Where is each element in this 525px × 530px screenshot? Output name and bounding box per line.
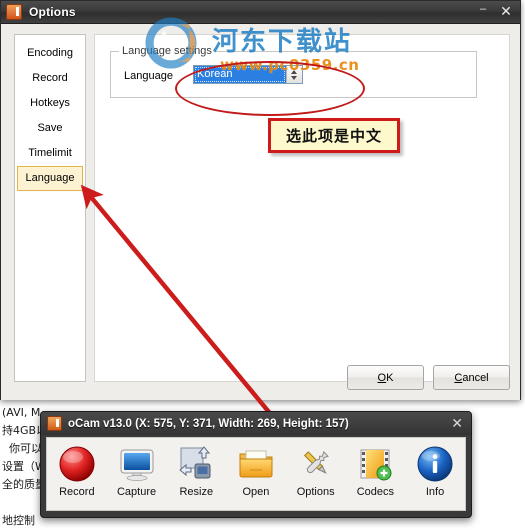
minimize-icon[interactable]: – (474, 3, 492, 20)
close-icon[interactable]: ✕ (497, 3, 515, 20)
toolbar-button-options[interactable]: Options (290, 443, 342, 498)
toolbar-label-options: Options (296, 486, 335, 498)
toolbar-label-open: Open (242, 486, 270, 498)
ocam-window-title: oCam v13.0 (X: 575, Y: 371, Width: 269, … (68, 417, 349, 430)
toolbar-button-resize[interactable]: Resize (170, 443, 222, 498)
language-combobox[interactable]: Korean (193, 65, 303, 84)
ocam-app-icon (6, 4, 22, 20)
options-titlebar: Options – ✕ (1, 1, 520, 24)
toolbar-label-resize: Resize (179, 486, 214, 498)
folder-icon (230, 443, 282, 485)
toolbar-label-capture: Capture (116, 486, 157, 498)
toolbar-button-info[interactable]: Info (409, 443, 461, 498)
sidebar-item-hotkeys[interactable]: Hotkeys (15, 91, 85, 116)
options-window-title: Options (29, 5, 76, 19)
language-combobox-value: Korean (194, 66, 286, 83)
toolbar-button-codecs[interactable]: Codecs (349, 443, 401, 498)
toolbar-label-info: Info (425, 486, 445, 498)
cancel-button[interactable]: Cancel (433, 365, 510, 390)
ocam-app-icon (47, 416, 62, 431)
options-sidebar: Encoding Record Hotkeys Save Timelimit L… (14, 34, 86, 382)
ok-button[interactable]: OK (347, 365, 424, 390)
ocam-titlebar: oCam v13.0 (X: 575, Y: 371, Width: 269, … (41, 412, 471, 435)
annotation-callout-text: 选此项是中文 (285, 127, 382, 145)
toolbar-label-codecs: Codecs (356, 486, 394, 498)
dialog-footer: OK Cancel (347, 365, 510, 390)
ocam-main-window: oCam v13.0 (X: 575, Y: 371, Width: 269, … (40, 411, 472, 518)
sidebar-item-timelimit[interactable]: Timelimit (15, 141, 85, 166)
toolbar-button-open[interactable]: Open (230, 443, 282, 498)
film-plus-icon (349, 443, 401, 485)
close-icon[interactable]: ✕ (451, 415, 463, 431)
ok-button-accel: O (377, 371, 387, 384)
sidebar-item-record[interactable]: Record (15, 66, 85, 91)
tools-icon (290, 443, 342, 485)
language-field-label: Language (124, 70, 173, 82)
toolbar-button-record[interactable]: Record (51, 443, 103, 498)
toolbar-button-capture[interactable]: Capture (111, 443, 163, 498)
spinner-up-icon[interactable] (291, 70, 297, 74)
options-dialog-body: Encoding Record Hotkeys Save Timelimit L… (1, 24, 520, 400)
info-icon (409, 443, 461, 485)
record-icon (51, 443, 103, 485)
options-dialog-window: Options – ✕ Encoding Record Hotkeys Save… (0, 0, 521, 400)
sidebar-item-language[interactable]: Language (17, 166, 83, 191)
language-settings-legend: Language settings (119, 45, 215, 57)
sidebar-item-save[interactable]: Save (15, 116, 85, 141)
options-content-pane: Language settings Language Korean (94, 34, 510, 382)
ok-button-label: K (386, 371, 394, 384)
resize-icon (170, 443, 222, 485)
monitor-icon (111, 443, 163, 485)
language-combobox-spinner[interactable] (286, 66, 302, 83)
ocam-toolbar: Record Capture Resize Open Options Codec… (46, 437, 466, 511)
annotation-callout-box: 选此项是中文 (268, 118, 400, 153)
spinner-down-icon[interactable] (291, 76, 297, 80)
sidebar-item-encoding[interactable]: Encoding (15, 41, 85, 66)
toolbar-label-record: Record (59, 486, 95, 498)
cancel-button-label: ancel (462, 371, 489, 384)
language-settings-group: Language settings Language Korean (110, 45, 477, 98)
